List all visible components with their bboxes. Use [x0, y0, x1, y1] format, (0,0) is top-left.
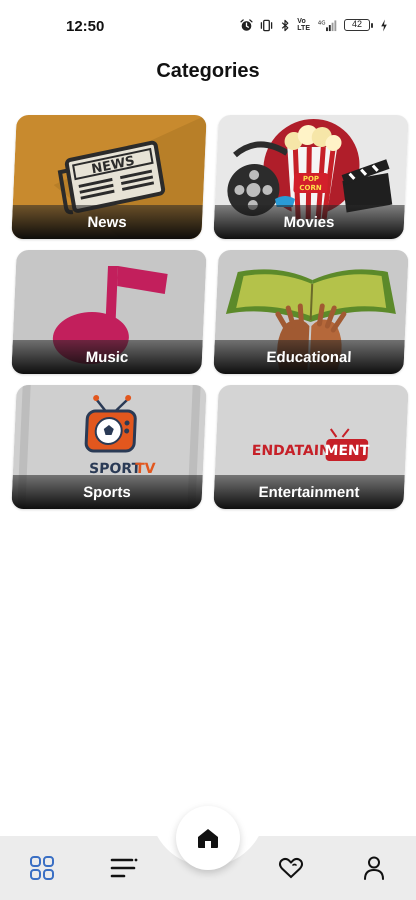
volte-icon: Vo LTE	[297, 18, 310, 32]
home-icon	[198, 829, 218, 848]
category-label-entertainment: Entertainment	[258, 484, 360, 501]
nav-favorites[interactable]	[277, 854, 305, 882]
home-button[interactable]	[176, 806, 240, 870]
vibrate-icon	[261, 19, 273, 31]
category-label-sports: Sports	[82, 484, 132, 501]
category-card-sports[interactable]: SPORT TV Sports	[11, 385, 207, 509]
category-label-news: News	[87, 214, 127, 231]
status-time: 12:50	[66, 18, 105, 35]
nav-categories[interactable]	[28, 854, 56, 882]
page-title: Categories	[156, 60, 260, 82]
category-label-educational: Educational	[266, 349, 352, 366]
charging-icon	[381, 18, 387, 32]
category-card-entertainment[interactable]: ENDATAIN MENT Entertainment	[213, 385, 409, 509]
battery-icon: 42	[344, 19, 373, 31]
signal-icon: 4G	[318, 19, 337, 31]
category-card-educational[interactable]: Educational	[213, 250, 409, 374]
category-label-music: Music	[85, 349, 129, 366]
bluetooth-icon	[282, 19, 289, 31]
popcorn-art-text-top: POP	[303, 175, 320, 183]
battery-level: 42	[344, 19, 370, 31]
category-card-movies[interactable]: POP CORN Movies	[213, 115, 409, 239]
volte-label-top: Vo	[297, 18, 306, 25]
popcorn-art-text-bottom: CORN	[299, 184, 322, 192]
ent-art-text-a: ENDATAIN	[251, 443, 331, 459]
volte-label-bottom: LTE	[297, 25, 310, 32]
status-bar: 12:50 Vo LTE 4G 42	[0, 0, 416, 54]
category-card-news[interactable]: NEWS News	[11, 115, 207, 239]
menu-icon	[110, 858, 138, 878]
alarm-icon	[240, 18, 253, 31]
ent-art-text-b: MENT	[324, 443, 370, 459]
category-card-music[interactable]: Music	[11, 250, 207, 374]
favorites-icon	[278, 857, 304, 879]
profile-icon	[364, 856, 384, 880]
categories-icon	[30, 856, 54, 880]
nav-profile[interactable]	[360, 854, 388, 882]
status-icons: Vo LTE 4G 42	[240, 18, 388, 32]
category-label-movies: Movies	[283, 214, 335, 231]
nav-menu[interactable]	[110, 854, 138, 882]
svg-text:4G: 4G	[318, 20, 326, 26]
